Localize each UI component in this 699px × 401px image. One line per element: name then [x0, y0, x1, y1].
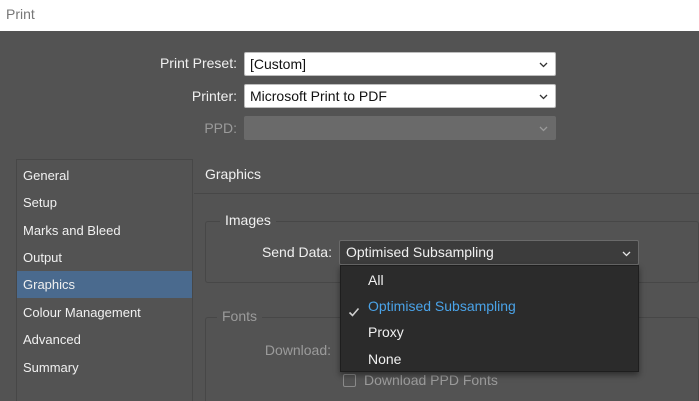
download-label: Download:: [264, 342, 331, 358]
dropdown-option-none[interactable]: None: [341, 346, 638, 372]
dropdown-option-label: Optimised Subsampling: [368, 298, 516, 314]
chevron-down-icon: [539, 60, 548, 69]
sidebar-item-colour-management[interactable]: Colour Management: [17, 299, 192, 326]
checkmark-icon: [348, 300, 360, 317]
send-data-dropdown-list: All Optimised Subsampling Proxy None: [340, 265, 639, 372]
printer-select[interactable]: Microsoft Print to PDF: [244, 84, 556, 108]
print-preset-label: Print Preset:: [159, 55, 237, 71]
printer-label: Printer:: [191, 88, 237, 104]
title-bar: Print: [0, 0, 699, 31]
send-data-value: Optimised Subsampling: [346, 244, 494, 260]
print-preset-value: [Custom]: [250, 56, 307, 72]
send-data-label: Send Data:: [261, 244, 332, 260]
panel-title: Graphics: [205, 166, 262, 182]
chevron-down-icon: [539, 124, 548, 133]
images-group-legend: Images: [220, 212, 276, 228]
dropdown-option-proxy[interactable]: Proxy: [341, 319, 638, 345]
print-preset-select[interactable]: [Custom]: [244, 52, 556, 76]
printer-value: Microsoft Print to PDF: [250, 88, 387, 104]
sidebar-item-graphics[interactable]: Graphics: [17, 271, 192, 298]
download-ppd-fonts-label: Download PPD Fonts: [364, 372, 498, 388]
sidebar-item-advanced[interactable]: Advanced: [17, 326, 192, 353]
ppd-label: PPD:: [204, 120, 237, 136]
chevron-down-icon: [539, 92, 548, 101]
sidebar-item-marks-and-bleed[interactable]: Marks and Bleed: [17, 217, 192, 244]
download-ppd-fonts-checkbox[interactable]: [343, 374, 356, 387]
fonts-group-legend: Fonts: [217, 308, 263, 324]
ppd-select: [244, 116, 556, 140]
sidebar-item-summary[interactable]: Summary: [17, 354, 192, 381]
sidebar: General Setup Marks and Bleed Output Gra…: [16, 159, 193, 401]
panel-divider: [194, 193, 699, 194]
sidebar-item-output[interactable]: Output: [17, 244, 192, 271]
sidebar-item-setup[interactable]: Setup: [17, 189, 192, 216]
chevron-down-icon: [622, 249, 631, 258]
window-title: Print: [6, 6, 35, 22]
send-data-select[interactable]: Optimised Subsampling: [339, 240, 639, 265]
dropdown-option-all[interactable]: All: [341, 267, 638, 293]
sidebar-item-general[interactable]: General: [17, 162, 192, 189]
dropdown-option-optimised-subsampling[interactable]: Optimised Subsampling: [341, 293, 638, 319]
